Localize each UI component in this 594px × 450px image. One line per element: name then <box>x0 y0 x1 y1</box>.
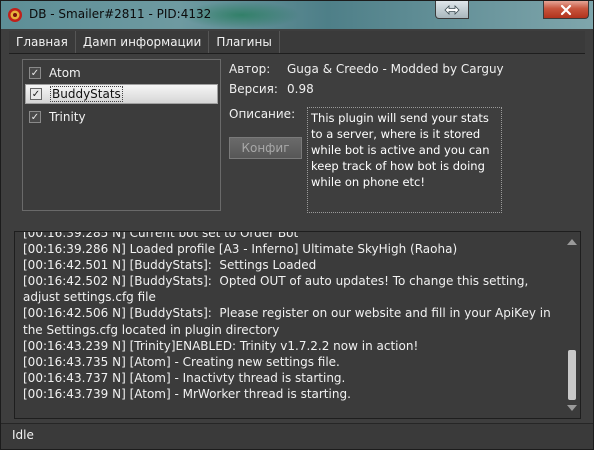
log-line: [00:16:43.239 N] [Trinity]ENABLED: Trini… <box>23 338 419 353</box>
menu-item-home[interactable]: Главная <box>9 31 76 53</box>
description-label: Описание: <box>229 107 296 121</box>
plugin-item-buddystats[interactable]: ✓ BuddyStats <box>25 84 218 104</box>
plugin-checkbox[interactable]: ✓ <box>29 111 41 123</box>
log-lines: [00:16:39.285 N] Current bot set to Orde… <box>23 231 558 402</box>
log-line: [00:16:42.501 N] [BuddyStats]: Settings … <box>23 258 317 273</box>
scroll-thumb[interactable] <box>568 350 576 400</box>
status-bar: Idle <box>1 423 593 449</box>
title-bar[interactable]: DB - Smailer#2811 - PID:4132 <box>1 1 593 29</box>
log-line: [00:16:43.737 N] [Atom] - Inactivty thre… <box>23 370 346 385</box>
log-line: [00:16:39.285 N] Current bot set to Orde… <box>23 231 299 240</box>
plugin-item-atom[interactable]: ✓ Atom <box>25 63 218 83</box>
log-line: [00:16:42.506 N] [BuddyStats]: Please re… <box>23 306 555 337</box>
plugin-label: Trinity <box>49 110 86 124</box>
log-line: [00:16:39.286 N] Loaded profile [A3 - In… <box>23 242 458 257</box>
scroll-down-icon[interactable] <box>567 405 577 411</box>
close-button[interactable] <box>543 1 589 19</box>
config-button[interactable]: Конфиг <box>229 137 302 159</box>
window-title: DB - Smailer#2811 - PID:4132 <box>29 7 212 21</box>
app-icon <box>8 8 22 22</box>
log-line: [00:16:43.735 N] [Atom] - Creating new s… <box>23 354 340 369</box>
close-icon <box>560 4 572 15</box>
scroll-up-icon[interactable] <box>567 239 577 245</box>
plugin-checkbox[interactable]: ✓ <box>30 88 42 100</box>
log-line: [00:16:43.739 N] [Atom] - MrWorker threa… <box>23 386 351 401</box>
menu-item-info-dump[interactable]: Дамп информации <box>76 31 210 53</box>
description-text: This plugin will send your stats to a se… <box>307 107 502 213</box>
log-line: [00:16:42.502 N] [BuddyStats]: Opted OUT… <box>23 274 533 305</box>
plugin-label: Atom <box>49 66 81 80</box>
log-scrollbar[interactable] <box>564 232 580 418</box>
author-value: Guga & Creedo - Modded by Carguy <box>287 62 504 76</box>
version-value: 0.98 <box>287 82 314 96</box>
menu-item-plugins[interactable]: Плагины <box>209 31 280 53</box>
plugin-checkbox[interactable]: ✓ <box>29 67 41 79</box>
plugin-label: BuddyStats <box>50 86 123 102</box>
status-text: Idle <box>12 428 34 442</box>
plugin-item-trinity[interactable]: ✓ Trinity <box>25 107 218 127</box>
menu-bar: Главная Дамп информации Плагины <box>9 31 585 54</box>
log-panel[interactable]: [00:16:39.285 N] Current bot set to Orde… <box>14 231 581 419</box>
restore-icon <box>444 4 460 15</box>
plugin-list[interactable]: ✓ Atom ✓ BuddyStats ✓ Trinity <box>22 59 221 211</box>
restore-button[interactable] <box>435 1 469 19</box>
main-window: DB - Smailer#2811 - PID:4132 Главная Дам… <box>0 0 594 450</box>
author-label: Автор: <box>229 62 271 76</box>
version-label: Версия: <box>229 82 278 96</box>
